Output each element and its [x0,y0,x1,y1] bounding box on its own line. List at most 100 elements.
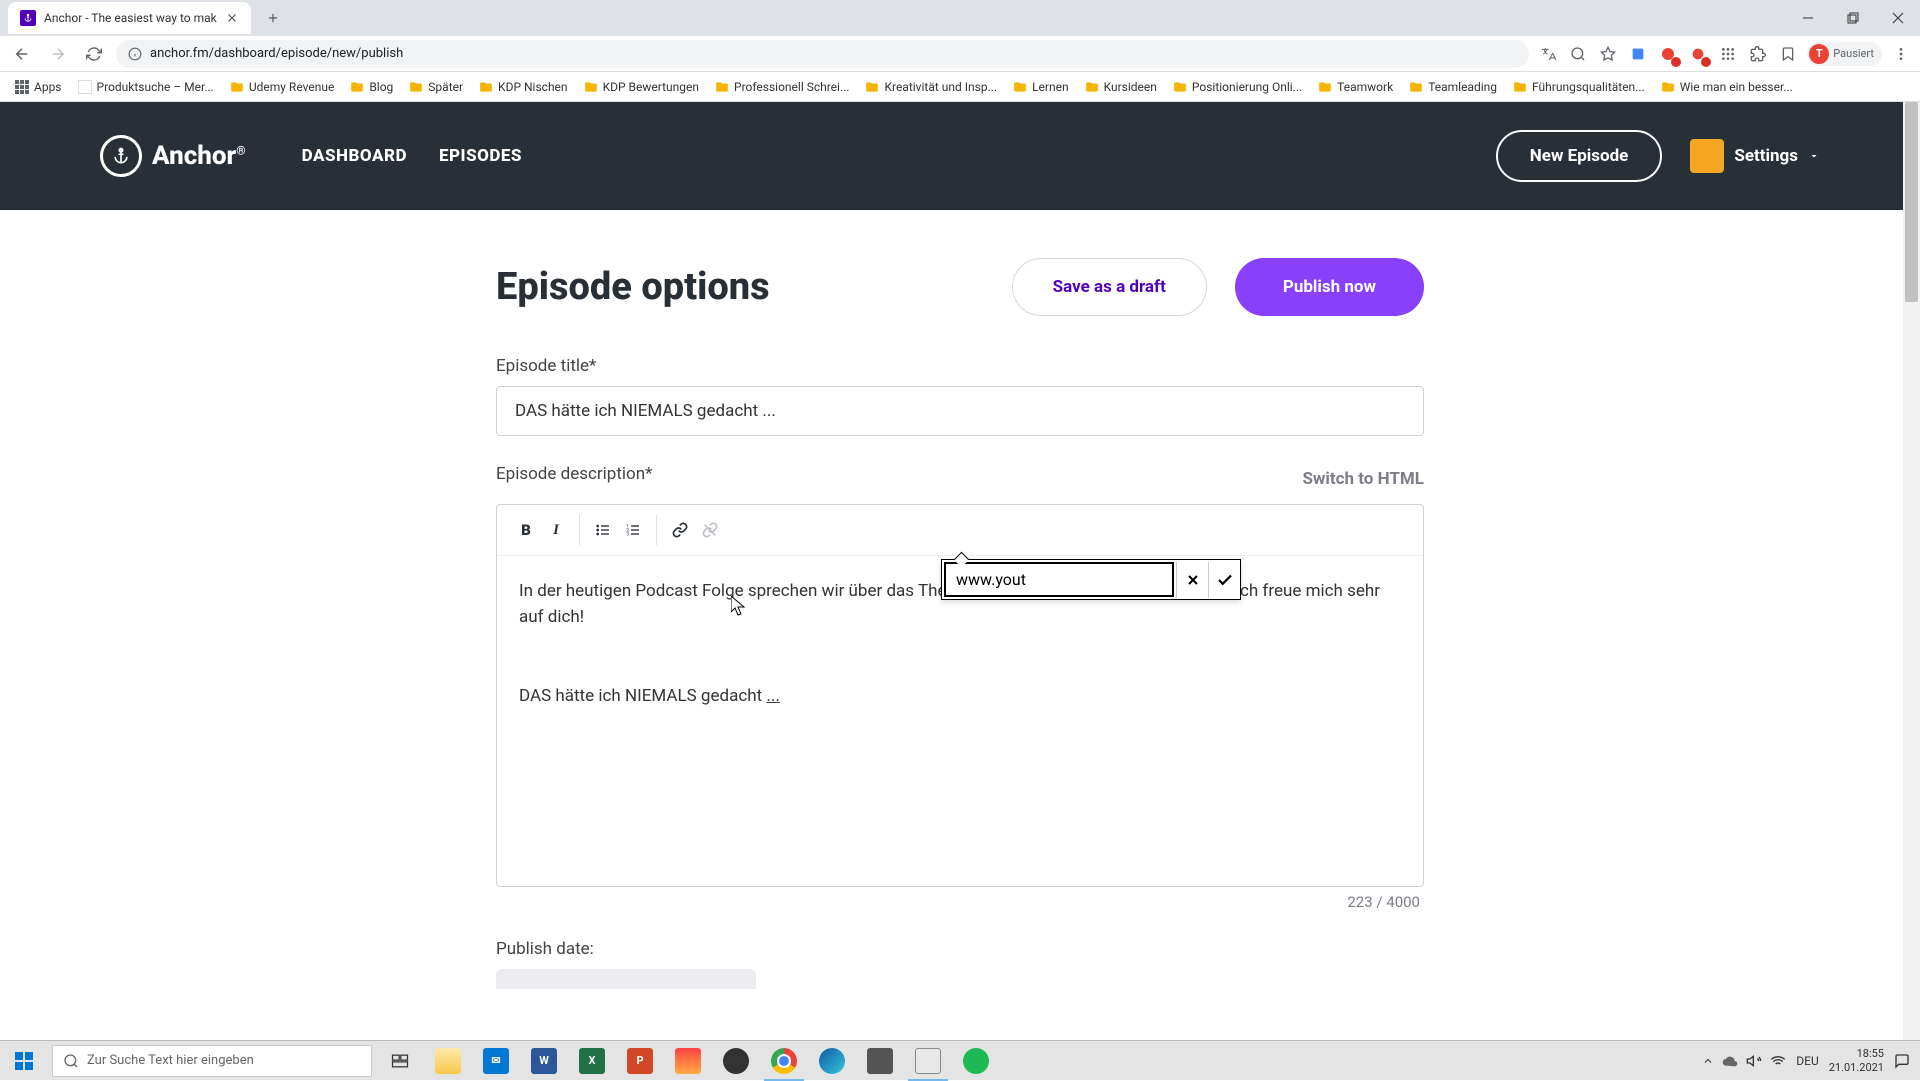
editor-content[interactable]: In der heutigen Podcast Folge sprechen w… [497,556,1423,886]
new-episode-button[interactable]: New Episode [1496,130,1663,182]
taskbar-explorer[interactable] [424,1041,472,1081]
bookmark-item[interactable]: Apps [8,76,69,98]
taskbar-app-2[interactable] [856,1041,904,1081]
bookmark-item[interactable]: KDP Nischen [472,76,575,98]
new-tab-button[interactable] [259,4,287,32]
bookmark-item[interactable]: Blog [343,76,400,98]
episode-title-label: Episode title* [496,356,1424,376]
tray-wifi-icon[interactable] [1770,1053,1786,1069]
publish-date-selector[interactable] [496,969,756,989]
bookmark-label: Lernen [1032,80,1069,94]
unordered-list-button[interactable] [588,515,618,545]
windows-logo-icon [15,1052,33,1070]
link-cancel-button[interactable] [1176,562,1208,598]
zoom-icon[interactable] [1567,43,1589,65]
bookmark-star-icon[interactable] [1597,43,1619,65]
settings-dropdown[interactable]: Settings [1690,139,1820,173]
close-tab-icon[interactable] [225,11,239,25]
folder-icon [1173,80,1187,94]
url-field[interactable]: anchor.fm/dashboard/episode/new/publish [116,40,1529,68]
tab-bar: Anchor - The easiest way to mak [0,0,1920,36]
taskbar-obs[interactable] [712,1041,760,1081]
desc-text: In der heutigen Podcast Folge sprechen w… [519,581,980,601]
nav-dashboard[interactable]: DASHBOARD [302,146,407,166]
taskbar-powerpoint[interactable]: P [616,1041,664,1081]
tray-chevron-up-icon[interactable] [1702,1055,1714,1067]
publish-now-button[interactable]: Publish now [1235,258,1424,316]
episode-title-input[interactable] [496,386,1424,436]
tray-language[interactable]: DEU [1796,1054,1818,1068]
taskbar-mail[interactable]: ✉ [472,1041,520,1081]
bookmark-label: Udemy Revenue [249,80,334,94]
extension-icon-4[interactable] [1717,43,1739,65]
bookmark-label: KDP Nischen [498,80,568,94]
chrome-menu-icon[interactable] [1890,43,1912,65]
vertical-scrollbar[interactable] [1903,102,1920,1040]
bookmark-item[interactable]: Wie man ein besser... [1654,76,1800,98]
extension-icon-2[interactable] [1657,43,1679,65]
link-url-input[interactable] [944,562,1174,597]
maximize-button[interactable] [1830,3,1875,33]
ordered-list-button[interactable]: 123 [618,515,648,545]
translate-icon[interactable] [1537,43,1559,65]
tray-clock[interactable]: 18:55 21.01.2021 [1829,1047,1884,1073]
taskbar-excel[interactable]: X [568,1041,616,1081]
taskbar-search[interactable]: Zur Suche Text hier eingeben [52,1045,372,1077]
start-button[interactable] [0,1041,48,1081]
switch-to-html-button[interactable]: Switch to HTML [1302,469,1424,489]
link-confirm-button[interactable] [1208,562,1240,598]
anchor-logo[interactable]: Anchor® [100,135,246,177]
bookmark-item[interactable]: KDP Bewertungen [577,76,706,98]
bold-button[interactable]: B [511,515,541,545]
site-info-icon[interactable] [128,47,142,61]
folder-icon [865,80,879,94]
folder-icon [1013,80,1027,94]
bookmark-item[interactable]: Führungsqualitäten... [1506,76,1652,98]
unlink-button[interactable] [695,515,725,545]
save-draft-button[interactable]: Save as a draft [1012,258,1207,316]
user-chip[interactable]: T Pausiert [1807,42,1882,66]
editor-toolbar: B I 123 [497,505,1423,556]
tray-volume-icon[interactable] [1746,1053,1762,1069]
bookmark-item[interactable]: Kursideen [1078,76,1164,98]
reading-list-icon[interactable] [1777,43,1799,65]
app-header: Anchor® DASHBOARD EPISODES New Episode S… [0,102,1920,210]
forward-button[interactable] [44,40,72,68]
bookmark-item[interactable]: Teamwork [1311,76,1400,98]
taskbar-chrome[interactable] [760,1041,808,1081]
tray-onedrive-icon[interactable] [1722,1053,1738,1069]
bookmark-item[interactable]: Später [402,76,470,98]
bookmark-item[interactable]: Udemy Revenue [223,76,341,98]
bookmark-item[interactable]: Positionierung Onli... [1166,76,1309,98]
taskbar-apps: ✉ W X P [376,1041,1000,1080]
scrollbar-thumb[interactable] [1905,102,1918,302]
extension-icon-3[interactable] [1687,43,1709,65]
extensions-puzzle-icon[interactable] [1747,43,1769,65]
close-window-button[interactable] [1875,3,1920,33]
taskbar-app-3[interactable] [904,1041,952,1081]
user-status: Pausiert [1833,47,1874,60]
bookmark-item[interactable]: Kreativität und Insp... [858,76,1004,98]
task-view-button[interactable] [376,1041,424,1081]
browser-chrome: Anchor - The easiest way to mak anchor.f… [0,0,1920,102]
bookmark-item[interactable]: Teamleading [1402,76,1504,98]
taskbar-spotify[interactable] [952,1041,1000,1081]
extension-icon-1[interactable] [1627,43,1649,65]
reload-button[interactable] [80,40,108,68]
episode-description-group: Episode description* Switch to HTML B I … [496,464,1424,911]
page-viewport: Anchor® DASHBOARD EPISODES New Episode S… [0,102,1920,1040]
minimize-button[interactable] [1785,3,1830,33]
browser-tab[interactable]: Anchor - The easiest way to mak [8,2,251,34]
bookmark-item[interactable]: Produktsuche – Mer... [71,76,221,98]
folder-icon [1085,80,1099,94]
bookmark-item[interactable]: Lernen [1006,76,1076,98]
italic-button[interactable]: I [541,515,571,545]
link-button[interactable] [665,515,695,545]
back-button[interactable] [8,40,36,68]
taskbar-edge[interactable] [808,1041,856,1081]
taskbar-app-1[interactable] [664,1041,712,1081]
taskbar-word[interactable]: W [520,1041,568,1081]
bookmark-item[interactable]: Professionell Schrei... [708,76,856,98]
tray-notifications-icon[interactable] [1894,1053,1910,1069]
nav-episodes[interactable]: EPISODES [439,146,522,166]
